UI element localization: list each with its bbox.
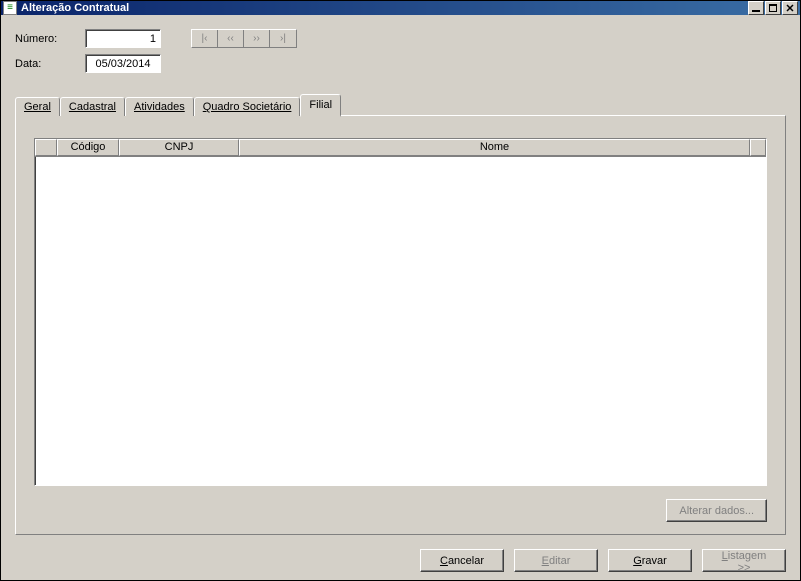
window-controls: ✕ (748, 1, 798, 15)
numero-label: Número: (15, 33, 85, 45)
numero-row: Número: |‹ ‹‹ ›› ›| (15, 29, 786, 48)
gravar-button[interactable]: Gravar (608, 549, 692, 572)
nav-first-button[interactable]: |‹ (192, 30, 218, 47)
tab-quadro-societario[interactable]: Quadro Societário (194, 97, 301, 116)
app-icon: ≡ (3, 1, 17, 15)
numero-input[interactable] (85, 29, 161, 48)
tab-strip: Geral Cadastral Atividades Quadro Societ… (15, 93, 786, 115)
tab-panel-filial: Código CNPJ Nome Alterar dados... (15, 115, 786, 535)
tab-geral[interactable]: Geral (15, 97, 60, 116)
grid-col-cnpj[interactable]: CNPJ (119, 139, 239, 156)
tab-filial[interactable]: Filial (300, 94, 341, 117)
tab-cadastral[interactable]: Cadastral (60, 97, 125, 116)
window-frame: ≡ Alteração Contratual ✕ Número: |‹ ‹‹ ›… (0, 0, 801, 581)
close-button[interactable]: ✕ (782, 1, 798, 15)
tab-atividades[interactable]: Atividades (125, 97, 194, 116)
listagem-button[interactable]: Listagem >> (702, 549, 786, 572)
filial-grid: Código CNPJ Nome (34, 138, 767, 486)
editar-button[interactable]: Editar (514, 549, 598, 572)
nav-last-button[interactable]: ›| (270, 30, 296, 47)
footer-buttons: Cancelar Editar Gravar Listagem >> (15, 549, 786, 572)
nav-prev-button[interactable]: ‹‹ (218, 30, 244, 47)
minimize-button[interactable] (748, 1, 764, 15)
tab-container: Geral Cadastral Atividades Quadro Societ… (15, 93, 786, 535)
client-area: Número: |‹ ‹‹ ›› ›| Data: Geral Cadastra… (1, 15, 800, 580)
grid-col-codigo[interactable]: Código (57, 139, 119, 156)
grid-col-nome[interactable]: Nome (239, 139, 750, 156)
data-input[interactable] (85, 54, 161, 73)
data-label: Data: (15, 58, 85, 70)
alterar-dados-button[interactable]: Alterar dados... (666, 499, 767, 522)
alterar-dados-wrap: Alterar dados... (666, 499, 767, 522)
title-bar: ≡ Alteração Contratual ✕ (1, 1, 800, 15)
cancelar-button[interactable]: Cancelar (420, 549, 504, 572)
data-row: Data: (15, 54, 786, 73)
grid-header: Código CNPJ Nome (35, 139, 766, 157)
record-nav: |‹ ‹‹ ›› ›| (191, 29, 297, 48)
window-title: Alteração Contratual (21, 2, 748, 14)
nav-next-button[interactable]: ›› (244, 30, 270, 47)
maximize-button[interactable] (765, 1, 781, 15)
grid-col-end (750, 139, 766, 156)
grid-col-selector[interactable] (35, 139, 57, 156)
